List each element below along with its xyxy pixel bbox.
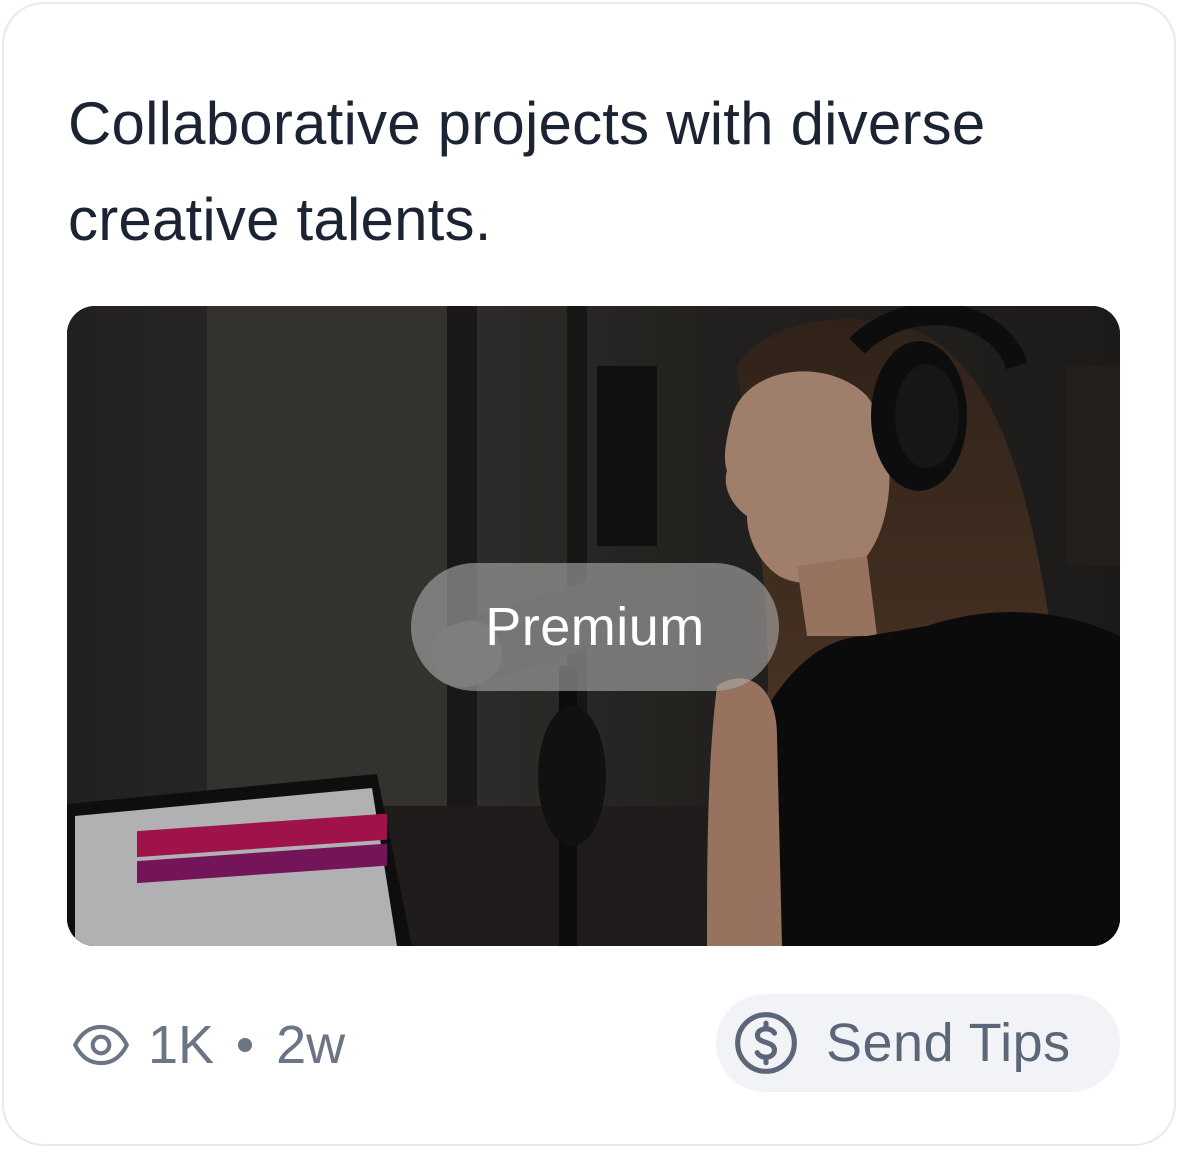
post-card: Collaborative projects with diverse crea… <box>2 2 1176 1146</box>
post-age: 2w <box>276 1015 346 1075</box>
post-stats: 1K 2w <box>70 1010 345 1080</box>
view-count: 1K <box>148 1015 215 1075</box>
dollar-circle-icon <box>735 1012 797 1074</box>
separator-dot <box>238 1038 253 1052</box>
send-tips-button[interactable]: Send Tips <box>716 994 1120 1092</box>
premium-badge: Premium <box>411 563 779 691</box>
post-media[interactable]: Premium <box>67 306 1120 946</box>
eye-icon <box>73 1024 129 1066</box>
send-tips-label: Send Tips <box>826 1013 1071 1073</box>
post-text: Collaborative projects with diverse crea… <box>68 90 986 253</box>
